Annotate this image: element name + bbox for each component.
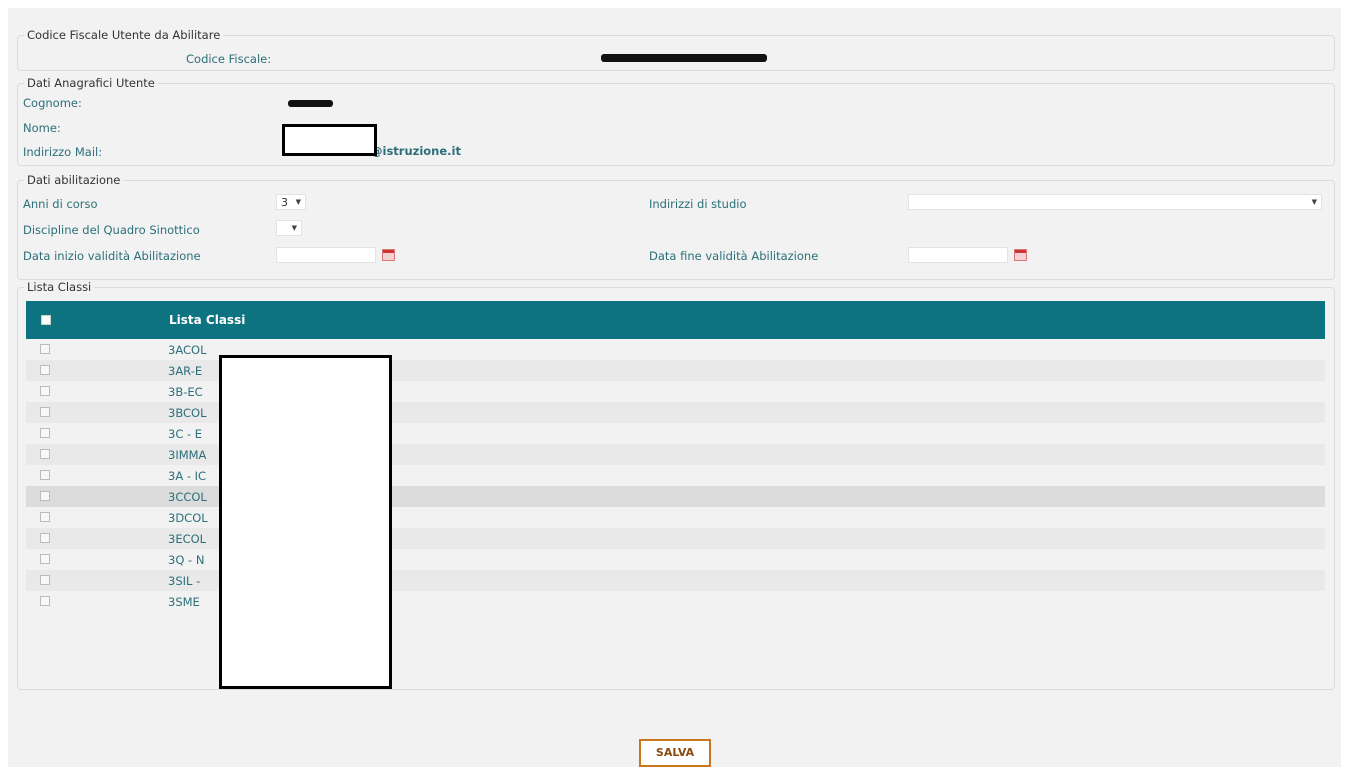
row-checkbox[interactable] [40,428,50,438]
class-name[interactable]: 3AR-E [168,364,202,378]
fiscal-code-label: Codice Fiscale: [186,52,272,66]
class-name[interactable]: 3BCOL [168,406,207,420]
chevron-down-icon: ▼ [295,198,301,206]
class-name[interactable]: 3Q - N [168,553,204,567]
years-select[interactable]: 3 ▼ [276,194,306,210]
enable-data-legend: Dati abilitazione [24,173,124,187]
user-data-fieldset: Dati Anagrafici Utente Cognome: Nome: In… [17,76,1335,166]
class-name[interactable]: 3ACOL [168,343,206,357]
calendar-icon[interactable] [382,249,395,261]
disciplines-label: Discipline del Quadro Sinottico [23,223,200,237]
row-checkbox[interactable] [40,554,50,564]
table-header: Lista Classi [26,301,1325,339]
chevron-down-icon: ▼ [1311,198,1317,206]
fiscal-code-legend: Codice Fiscale Utente da Abilitare [24,28,224,42]
start-date-label: Data inizio validità Abilitazione [23,249,201,263]
row-checkbox[interactable] [40,533,50,543]
row-checkbox[interactable] [40,470,50,480]
redaction-box [219,355,392,689]
start-date-input[interactable] [276,247,376,263]
paths-select[interactable]: ▼ [908,194,1322,210]
email-value: @istruzione.it [371,144,461,158]
class-name[interactable]: 3IMMA [168,448,206,462]
row-checkbox[interactable] [40,365,50,375]
calendar-icon[interactable] [1014,249,1027,261]
class-name[interactable]: 3SIL - [168,574,200,588]
class-name[interactable]: 3DCOL [168,511,208,525]
classes-legend: Lista Classi [24,280,95,294]
page: Codice Fiscale Utente da Abilitare Codic… [8,8,1341,767]
redaction-box [282,124,377,156]
row-checkbox[interactable] [40,344,50,354]
row-checkbox[interactable] [40,575,50,585]
row-checkbox[interactable] [40,491,50,501]
fiscal-code-fieldset: Codice Fiscale Utente da Abilitare Codic… [17,28,1335,71]
enable-data-fieldset: Dati abilitazione Anni di corso 3 ▼ Indi… [17,173,1335,280]
chevron-down-icon: ▼ [291,224,297,232]
name-label: Nome: [23,121,61,135]
class-name[interactable]: 3B-EC [168,385,203,399]
disciplines-select[interactable]: ▼ [276,220,302,236]
class-name[interactable]: 3ECOL [168,532,206,546]
class-name[interactable]: 3CCOL [168,490,207,504]
years-label: Anni di corso [23,197,98,211]
class-name[interactable]: 3C - E [168,427,202,441]
fiscal-code-redaction [601,54,767,62]
column-header-classes: Lista Classi [169,313,246,327]
surname-redaction [288,100,333,107]
end-date-input[interactable] [908,247,1008,263]
select-all-checkbox[interactable] [41,315,51,325]
years-value: 3 [281,196,288,209]
class-name[interactable]: 3SME [168,595,200,609]
save-button[interactable]: SALVA [639,739,711,767]
row-checkbox[interactable] [40,449,50,459]
row-checkbox[interactable] [40,596,50,606]
row-checkbox[interactable] [40,407,50,417]
paths-label: Indirizzi di studio [649,197,747,211]
class-name[interactable]: 3A - IC [168,469,206,483]
row-checkbox[interactable] [40,512,50,522]
user-data-legend: Dati Anagrafici Utente [24,76,158,90]
row-checkbox[interactable] [40,386,50,396]
surname-label: Cognome: [23,96,82,110]
email-label: Indirizzo Mail: [23,145,103,159]
end-date-label: Data fine validità Abilitazione [649,249,819,263]
